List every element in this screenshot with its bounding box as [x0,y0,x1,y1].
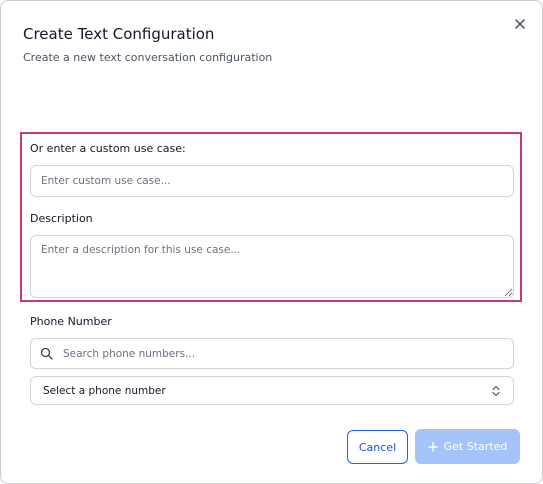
dialog-title: Create Text Configuration [23,25,215,43]
search-icon [40,347,53,360]
close-icon [515,19,525,29]
description-textarea[interactable] [30,235,514,298]
create-text-config-dialog: Create Text Configuration Create a new t… [0,0,543,484]
custom-use-case-input[interactable] [30,165,514,197]
chevron-up-down-icon [492,385,500,396]
cancel-button[interactable]: Cancel [347,430,408,464]
phone-number-select[interactable]: Select a phone number [30,376,514,405]
description-label: Description [30,212,93,225]
custom-use-case-label: Or enter a custom use case: [30,142,186,155]
plus-icon [427,441,438,452]
phone-number-label: Phone Number [30,315,112,328]
phone-search-input[interactable] [30,338,514,369]
dialog-subtitle: Create a new text conversation configura… [23,51,273,64]
phone-number-select-value: Select a phone number [43,384,166,397]
get-started-button[interactable]: Get Started [415,429,520,464]
get-started-label: Get Started [443,440,508,453]
close-button[interactable] [510,14,530,34]
phone-search [30,338,514,369]
